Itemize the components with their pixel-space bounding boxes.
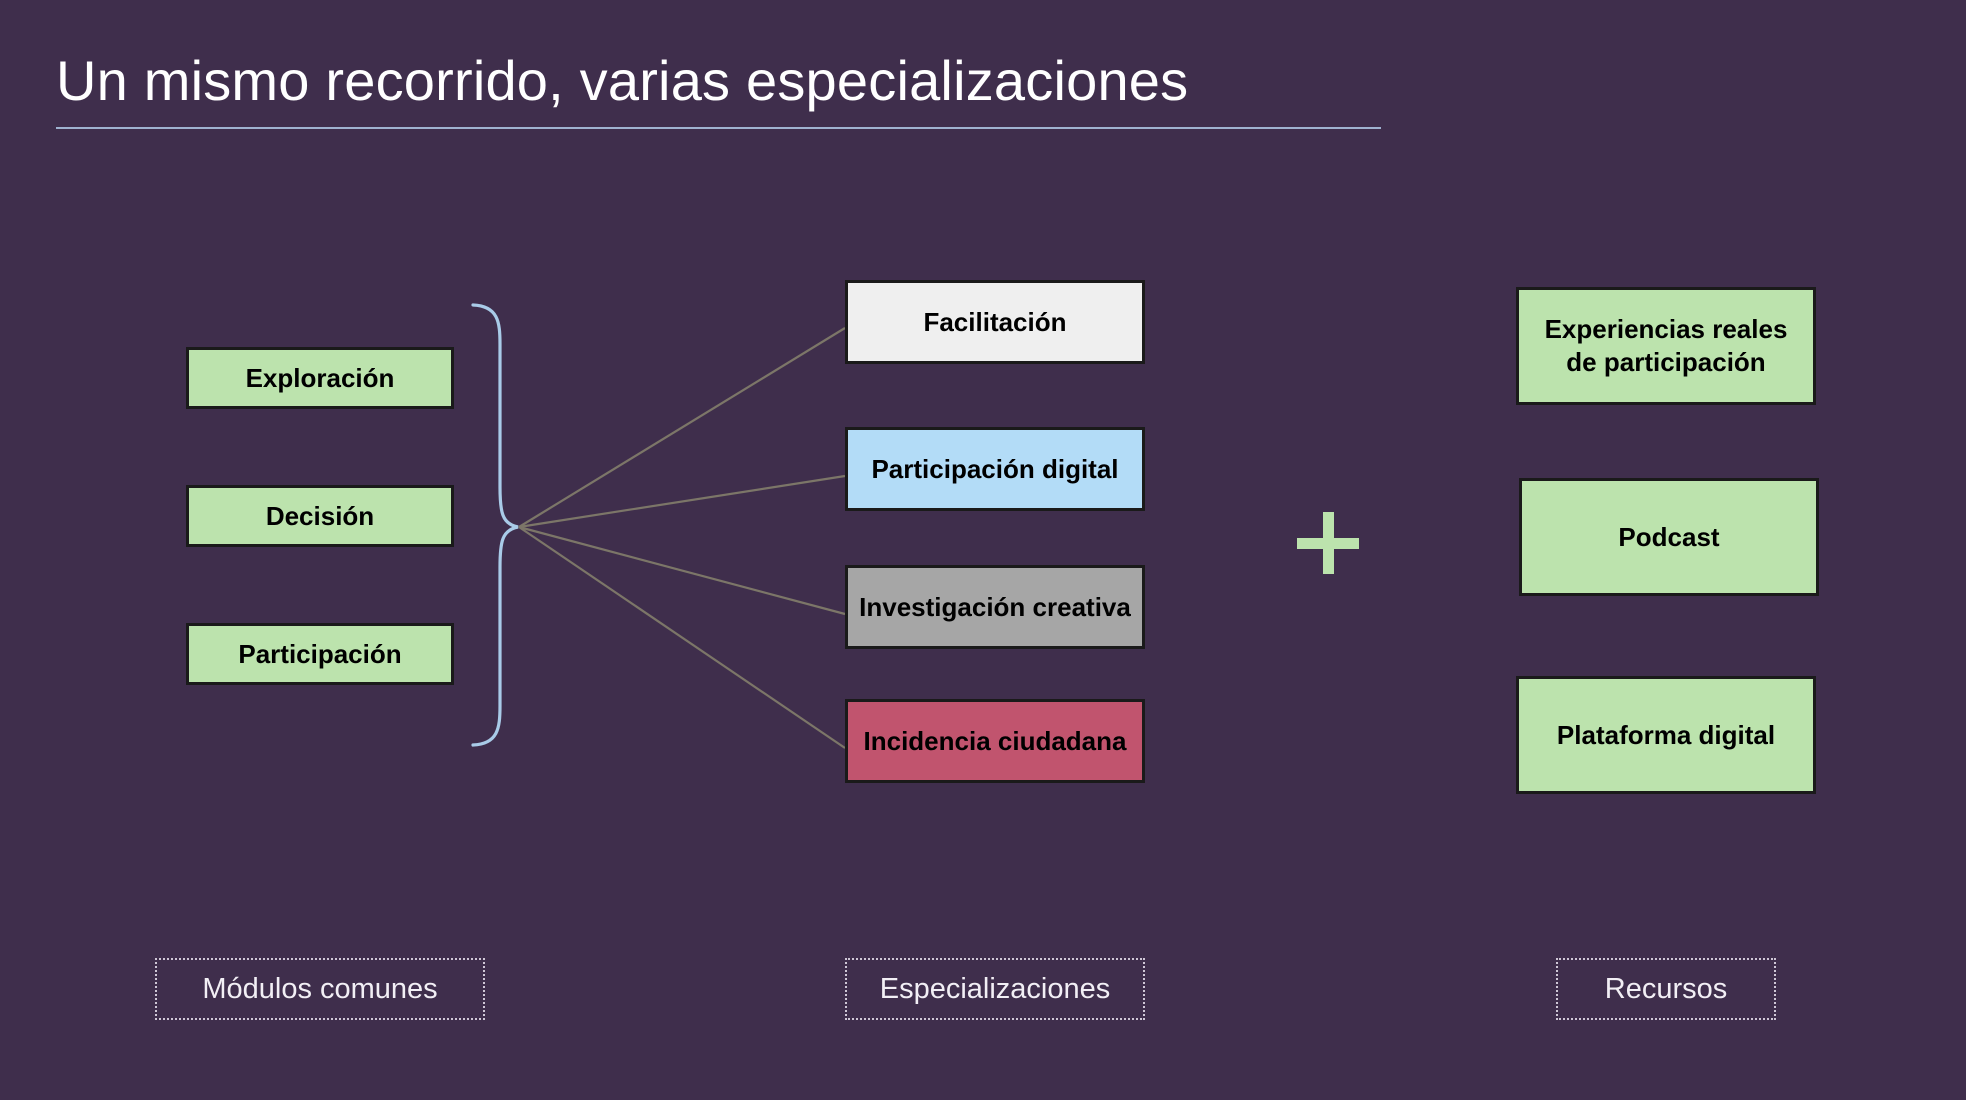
title-block: Un mismo recorrido, varias especializaci… [56, 48, 1386, 129]
resource-box-experiencias-reales[interactable]: Experiencias reales de participación [1516, 287, 1816, 405]
module-box-exploracion[interactable]: Exploración [186, 347, 454, 409]
legend-chip-recursos-label: Recursos [1604, 973, 1728, 1005]
plus-operator-icon [1297, 512, 1359, 574]
connector-to-facilitacion [518, 327, 846, 528]
resource-box-plataforma-digital-label: Plataforma digital [1556, 719, 1776, 750]
slide-canvas: Un mismo recorrido, varias especializaci… [0, 0, 1966, 1100]
resource-box-podcast[interactable]: Podcast [1519, 478, 1819, 596]
specialization-box-facilitacion[interactable]: Facilitación [845, 280, 1145, 364]
specialization-box-incidencia-ciudadana-label: Incidencia ciudadana [863, 725, 1127, 756]
specialization-box-investigacion-creativa-label: Investigación creativa [859, 591, 1131, 622]
specialization-box-incidencia-ciudadana[interactable]: Incidencia ciudadana [845, 699, 1145, 783]
module-box-decision-label: Decisión [265, 500, 375, 531]
resource-box-podcast-label: Podcast [1618, 521, 1720, 552]
specialization-box-investigacion-creativa[interactable]: Investigación creativa [845, 565, 1145, 649]
specialization-box-facilitacion-label: Facilitación [923, 306, 1067, 337]
title-underline-rule [56, 127, 1381, 129]
resource-box-experiencias-reales-label: Experiencias reales de participación [1544, 314, 1788, 377]
grouping-brace [471, 303, 519, 747]
legend-chip-especializaciones: Especializaciones [845, 958, 1145, 1020]
resource-box-plataforma-digital[interactable]: Plataforma digital [1516, 676, 1816, 794]
legend-chip-recursos: Recursos [1556, 958, 1776, 1020]
module-box-participacion[interactable]: Participación [186, 623, 454, 685]
legend-chip-especializaciones-label: Especializaciones [879, 973, 1111, 1005]
legend-chip-modulos-comunes-label: Módulos comunes [202, 973, 438, 1005]
module-box-decision[interactable]: Decisión [186, 485, 454, 547]
page-title: Un mismo recorrido, varias especializaci… [56, 49, 1189, 112]
plus-vertical-bar [1323, 512, 1334, 574]
legend-chip-modulos-comunes: Módulos comunes [155, 958, 485, 1020]
connector-to-incidencia-ciudadana [518, 526, 846, 749]
module-box-participacion-label: Participación [238, 638, 402, 669]
specialization-box-participacion-digital[interactable]: Participación digital [845, 427, 1145, 511]
module-box-exploracion-label: Exploración [245, 362, 395, 393]
connector-to-participacion-digital [518, 474, 846, 529]
connector-to-investigacion-creativa [518, 525, 846, 616]
specialization-box-participacion-digital-label: Participación digital [871, 453, 1119, 484]
